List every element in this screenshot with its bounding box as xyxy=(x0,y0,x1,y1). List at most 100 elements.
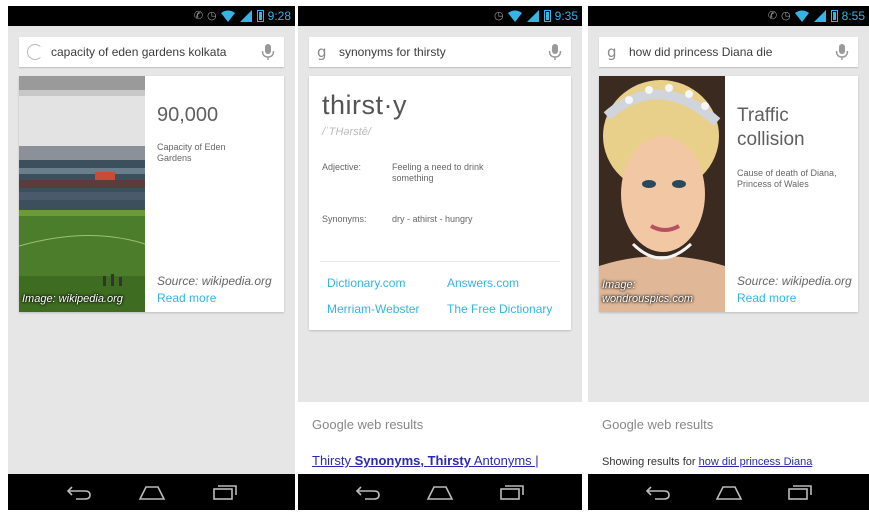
definition-row: Adjective: Feeling a need to drink someth… xyxy=(322,162,512,184)
image-caption: Image: wondrouspics.com xyxy=(602,279,694,305)
recent-apps-button[interactable] xyxy=(498,482,526,502)
google-g-icon: g xyxy=(317,43,327,61)
web-results-section: Google web results Showing results for h… xyxy=(588,402,869,474)
back-icon xyxy=(66,486,91,500)
wifi-icon xyxy=(507,10,522,22)
search-box[interactable]: capacity of eden gardens kolkata xyxy=(19,37,284,67)
home-button[interactable] xyxy=(715,482,743,502)
stadium-photo xyxy=(19,76,145,312)
google-g-icon: g xyxy=(607,43,617,61)
battery-icon xyxy=(830,10,838,22)
status-bar: ✆ ◷ 9:28 xyxy=(8,6,295,26)
result-text: Antonyms | xyxy=(470,453,539,468)
back-button[interactable] xyxy=(354,482,382,502)
home-icon xyxy=(138,486,165,500)
status-bar: ◷ 9:35 xyxy=(298,6,582,26)
dictionary-word: thirst·y xyxy=(322,90,407,120)
synonyms-label: Synonyms: xyxy=(322,214,367,224)
alarm-icon: ◷ xyxy=(494,10,504,22)
navigation-bar xyxy=(8,474,295,510)
phone-screen-1: ✆ ◷ 9:28 capacity of eden gardens kolkat… xyxy=(8,6,295,510)
home-icon xyxy=(426,486,454,500)
source-label: Source: wikipedia.org xyxy=(157,274,272,288)
portrait-photo xyxy=(599,76,725,312)
dictionary-card: thirst·y /ˈTHərstē/ Adjective: Feeling a … xyxy=(309,76,571,330)
web-results-header: Google web results xyxy=(602,417,714,432)
back-button[interactable] xyxy=(65,482,93,502)
definition-label: Adjective: xyxy=(322,162,362,172)
spinner-icon xyxy=(27,44,43,60)
search-box[interactable]: g how did princess Diana die xyxy=(599,37,858,67)
answer-card[interactable]: Image: wondrouspics.com Traffic collisio… xyxy=(599,76,858,312)
web-results-header: Google web results xyxy=(312,417,424,432)
phone-screen-3: ✆ ◷ 8:55 g how did princess Diana die Im… xyxy=(588,6,869,510)
signal-icon xyxy=(813,10,826,22)
result-text: Thirsty xyxy=(312,453,355,468)
battery-icon xyxy=(256,10,264,22)
search-query[interactable]: capacity of eden gardens kolkata xyxy=(51,45,260,59)
wifi-icon xyxy=(220,10,235,22)
phonetic-spelling: /ˈTHərstē/ xyxy=(322,126,371,138)
back-button[interactable] xyxy=(644,482,672,502)
signal-icon xyxy=(526,10,539,22)
microphone-icon[interactable] xyxy=(260,43,276,61)
search-query[interactable]: how did princess Diana die xyxy=(629,45,834,59)
home-icon xyxy=(715,486,742,500)
portrait-image[interactable]: Image: wondrouspics.com xyxy=(599,76,725,312)
search-box[interactable]: g synonyms for thirsty xyxy=(309,37,571,67)
definition-text: Feeling a need to drink something xyxy=(392,162,484,183)
showing-results-prefix: Showing results for xyxy=(602,456,699,468)
notification-icon: ✆ xyxy=(767,10,778,22)
search-query[interactable]: synonyms for thirsty xyxy=(339,45,547,59)
image-caption: Image: wikipedia.org xyxy=(22,293,123,305)
dictionary-link[interactable]: Merriam-Webster xyxy=(327,302,419,316)
read-more-link[interactable]: Read more xyxy=(737,291,796,305)
dictionary-link[interactable]: Answers.com xyxy=(447,276,519,290)
recent-apps-icon xyxy=(212,485,237,500)
recent-apps-icon xyxy=(500,485,524,500)
recent-apps-button[interactable] xyxy=(786,482,814,502)
signal-icon xyxy=(239,10,252,22)
answer-info: 90,000 Capacity of Eden Gardens Source: … xyxy=(157,76,276,312)
answer-info: Traffic collision Cause of death of Dian… xyxy=(737,76,852,312)
answer-card[interactable]: Image: wikipedia.org 90,000 Capacity of … xyxy=(19,76,284,312)
answer-value: Traffic collision xyxy=(737,105,805,150)
status-bar: ✆ ◷ 8:55 xyxy=(588,6,869,26)
navigation-bar xyxy=(298,474,582,510)
answer-description: Capacity of Eden Gardens xyxy=(157,142,226,163)
microphone-icon[interactable] xyxy=(547,43,563,61)
home-button[interactable] xyxy=(138,482,166,502)
navigation-bar xyxy=(588,474,869,510)
answer-description: Cause of death of Diana, Princess of Wal… xyxy=(737,168,837,189)
status-time: 8:55 xyxy=(841,9,865,23)
synonyms-row: Synonyms: dry - athirst - hungry xyxy=(322,214,512,225)
stadium-image[interactable]: Image: wikipedia.org xyxy=(19,76,145,312)
status-time: 9:28 xyxy=(267,9,291,23)
alarm-icon: ◷ xyxy=(207,10,217,22)
synonyms-text: dry - athirst - hungry xyxy=(392,214,473,224)
alarm-icon: ◷ xyxy=(781,10,791,22)
result-text-bold: Synonyms xyxy=(354,453,421,468)
web-result-link[interactable]: Thirsty Synonyms, Thirsty Antonyms | xyxy=(312,453,539,468)
notification-icon: ✆ xyxy=(193,10,204,22)
web-results-section: Google web results Thirsty Synonyms, Thi… xyxy=(298,402,582,474)
result-text-bold: Thirsty xyxy=(427,453,471,468)
home-button[interactable] xyxy=(426,482,454,502)
read-more-link[interactable]: Read more xyxy=(157,291,216,305)
result-text-bold: , xyxy=(420,453,428,468)
source-label: Source: wikipedia.org xyxy=(737,274,852,288)
dictionary-link[interactable]: The Free Dictionary xyxy=(447,302,552,316)
status-time: 9:35 xyxy=(554,9,578,23)
recent-apps-button[interactable] xyxy=(211,482,239,502)
answer-value: 90,000 xyxy=(157,104,219,126)
back-icon xyxy=(355,486,380,500)
dictionary-link[interactable]: Dictionary.com xyxy=(327,276,405,290)
microphone-icon[interactable] xyxy=(834,43,850,61)
showing-results-line: Showing results for how did princess Dia… xyxy=(602,456,812,468)
corrected-query-link[interactable]: how did princess Diana xyxy=(699,456,813,468)
back-icon xyxy=(645,486,670,500)
phone-screen-2: ◷ 9:35 g synonyms for thirsty thirst·y /… xyxy=(298,6,582,510)
divider xyxy=(320,261,560,262)
wifi-icon xyxy=(794,10,809,22)
battery-icon xyxy=(543,10,551,22)
